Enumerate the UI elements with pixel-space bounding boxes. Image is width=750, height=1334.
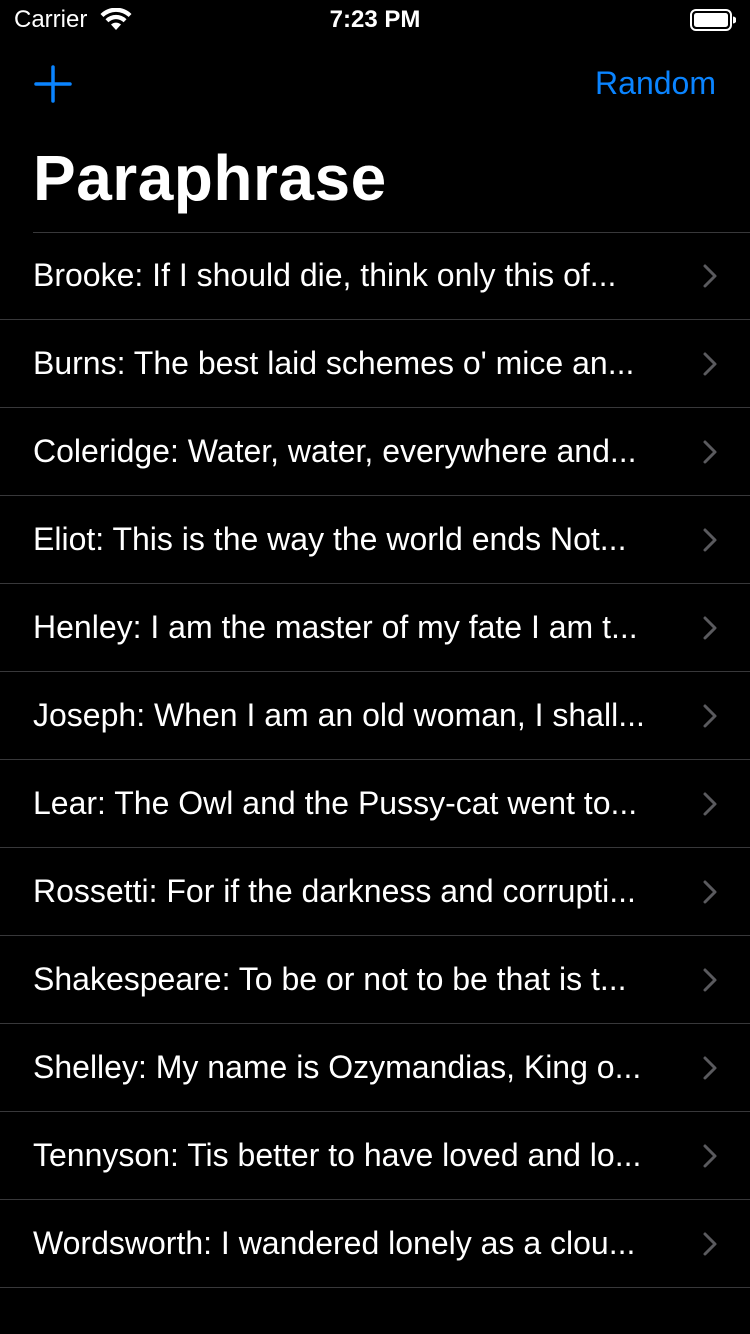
list-item-label: Burns: The best laid schemes o' mice an.…	[33, 345, 635, 381]
chevron-right-icon	[703, 968, 717, 992]
chevron-right-icon	[703, 792, 717, 816]
list-item-label: Joseph: When I am an old woman, I shall.…	[33, 697, 645, 733]
list-item-label: Eliot: This is the way the world ends No…	[33, 521, 627, 557]
list-item[interactable]: Eliot: This is the way the world ends No…	[0, 496, 750, 584]
list-item[interactable]: Wordsworth: I wandered lonely as a clou.…	[0, 1200, 750, 1288]
chevron-right-icon	[703, 352, 717, 376]
list-item[interactable]: Henley: I am the master of my fate I am …	[0, 584, 750, 672]
list-item[interactable]: Brooke: If I should die, think only this…	[0, 232, 750, 320]
chevron-right-icon	[703, 1144, 717, 1168]
navigation-bar: Random	[0, 40, 750, 128]
chevron-right-icon	[703, 880, 717, 904]
chevron-right-icon	[703, 264, 717, 288]
list-item[interactable]: Shakespeare: To be or not to be that is …	[0, 936, 750, 1024]
status-bar: Carrier 7:23 PM	[0, 0, 750, 40]
list-item-label: Shakespeare: To be or not to be that is …	[33, 961, 627, 997]
list-item[interactable]: Joseph: When I am an old woman, I shall.…	[0, 672, 750, 760]
list-item-label: Henley: I am the master of my fate I am …	[33, 609, 638, 645]
chevron-right-icon	[703, 1232, 717, 1256]
random-button[interactable]: Random	[595, 64, 716, 102]
battery-icon	[690, 9, 736, 31]
list-item-label: Brooke: If I should die, think only this…	[33, 257, 617, 293]
list-item-label: Rossetti: For if the darkness and corrup…	[33, 873, 636, 909]
list-item[interactable]: Tennyson: Tis better to have loved and l…	[0, 1112, 750, 1200]
list-item[interactable]: Rossetti: For if the darkness and corrup…	[0, 848, 750, 936]
chevron-right-icon	[703, 1056, 717, 1080]
poem-list: Brooke: If I should die, think only this…	[0, 232, 750, 1288]
list-item[interactable]: Coleridge: Water, water, everywhere and.…	[0, 408, 750, 496]
list-item[interactable]: Shelley: My name is Ozymandias, King o..…	[0, 1024, 750, 1112]
app-screen: Carrier 7:23 PM Random Paraphrase Brooke…	[0, 0, 750, 1334]
status-time: 7:23 PM	[329, 6, 421, 33]
list-item-label: Tennyson: Tis better to have loved and l…	[33, 1137, 642, 1173]
plus-icon[interactable]	[26, 60, 80, 108]
list-item-label: Coleridge: Water, water, everywhere and.…	[33, 433, 637, 469]
list-item-label: Wordsworth: I wandered lonely as a clou.…	[33, 1225, 636, 1261]
list-item[interactable]: Lear: The Owl and the Pussy-cat went to.…	[0, 760, 750, 848]
list-item[interactable]: Burns: The best laid schemes o' mice an.…	[0, 320, 750, 408]
chevron-right-icon	[703, 528, 717, 552]
page-title: Paraphrase	[33, 142, 387, 214]
chevron-right-icon	[703, 704, 717, 728]
chevron-right-icon	[703, 616, 717, 640]
chevron-right-icon	[703, 440, 717, 464]
list-item-label: Shelley: My name is Ozymandias, King o..…	[33, 1049, 642, 1085]
list-item-label: Lear: The Owl and the Pussy-cat went to.…	[33, 785, 638, 821]
